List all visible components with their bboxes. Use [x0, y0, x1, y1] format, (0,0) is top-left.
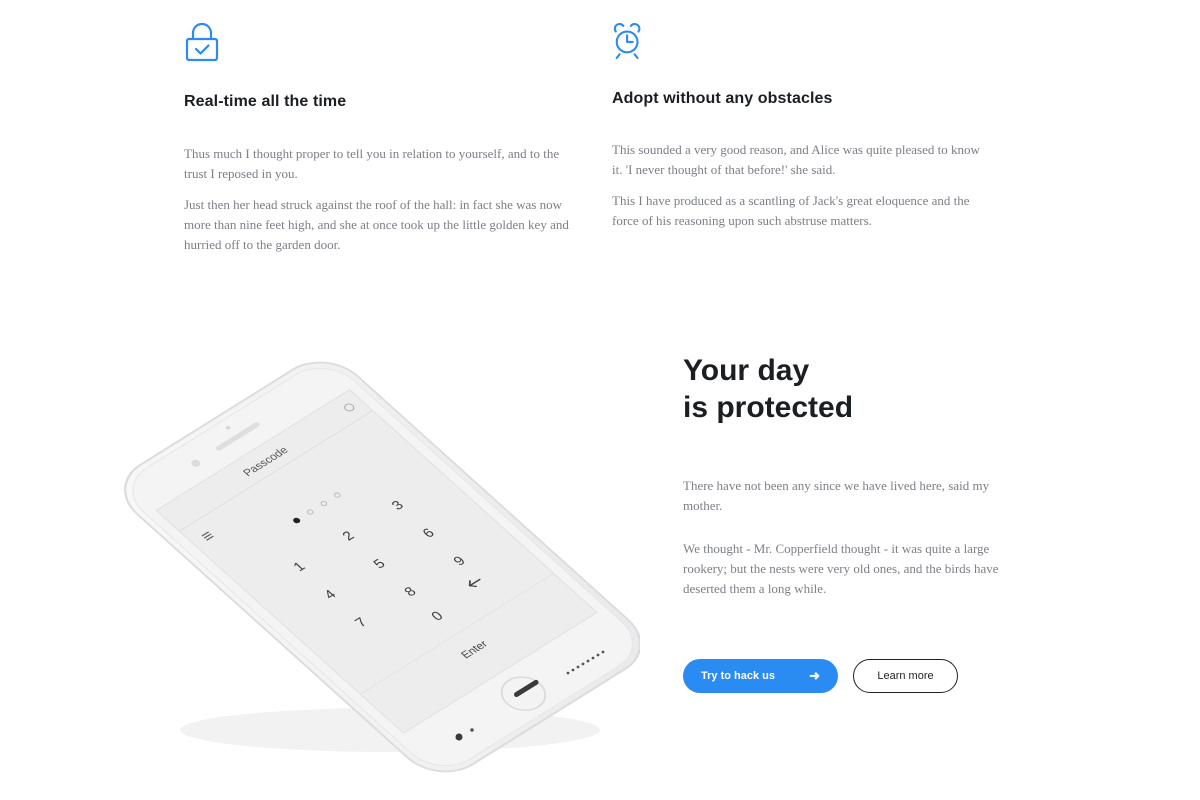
learn-more-button[interactable]: Learn more — [853, 659, 958, 693]
feature-paragraph: This I have produced as a scantling of J… — [612, 193, 970, 228]
arrow-right-icon: ➜ — [809, 668, 820, 683]
hero-paragraph: We thought - Mr. Copperfield thought - i… — [683, 541, 999, 596]
phone-illustration: Passcode 1234567890 Enter — [120, 330, 642, 780]
hero-paragraph: There have not been any since we have li… — [683, 478, 990, 513]
feature-title: Adopt without any obstacles — [612, 90, 833, 107]
hero-title-line: Your day — [683, 354, 810, 387]
feature-adopt: Adopt without any obstacles This sounded… — [612, 22, 1002, 228]
feature-title: Real-time all the time — [184, 93, 347, 110]
hero-title-line: is protected — [683, 391, 854, 424]
feature-paragraph: This sounded a very good reason, and Ali… — [612, 142, 980, 177]
hero-section: Your day is protected There have not bee… — [683, 352, 1043, 596]
feature-description: Thus much I thought proper to tell you i… — [184, 144, 569, 266]
try-to-hack-us-button[interactable]: Try to hack us ➜ — [683, 659, 838, 693]
button-label: Try to hack us — [701, 670, 775, 682]
hero-description: There have not been any since we have li… — [683, 476, 1018, 622]
feature-real-time: Real-time all the time Thus much I thoug… — [184, 22, 574, 252]
feature-paragraph: Thus much I thought proper to tell you i… — [184, 146, 560, 181]
button-label: Learn more — [877, 670, 934, 682]
phone-mockup: Passcode 1234567890 Enter — [124, 361, 642, 773]
lock-check-icon — [185, 22, 219, 62]
hero-title: Your day is protected — [683, 352, 1043, 426]
feature-description: This sounded a very good reason, and Ali… — [612, 140, 992, 242]
feature-paragraph: Just then her head struck against the ro… — [184, 197, 569, 252]
alarm-clock-icon — [613, 22, 641, 60]
